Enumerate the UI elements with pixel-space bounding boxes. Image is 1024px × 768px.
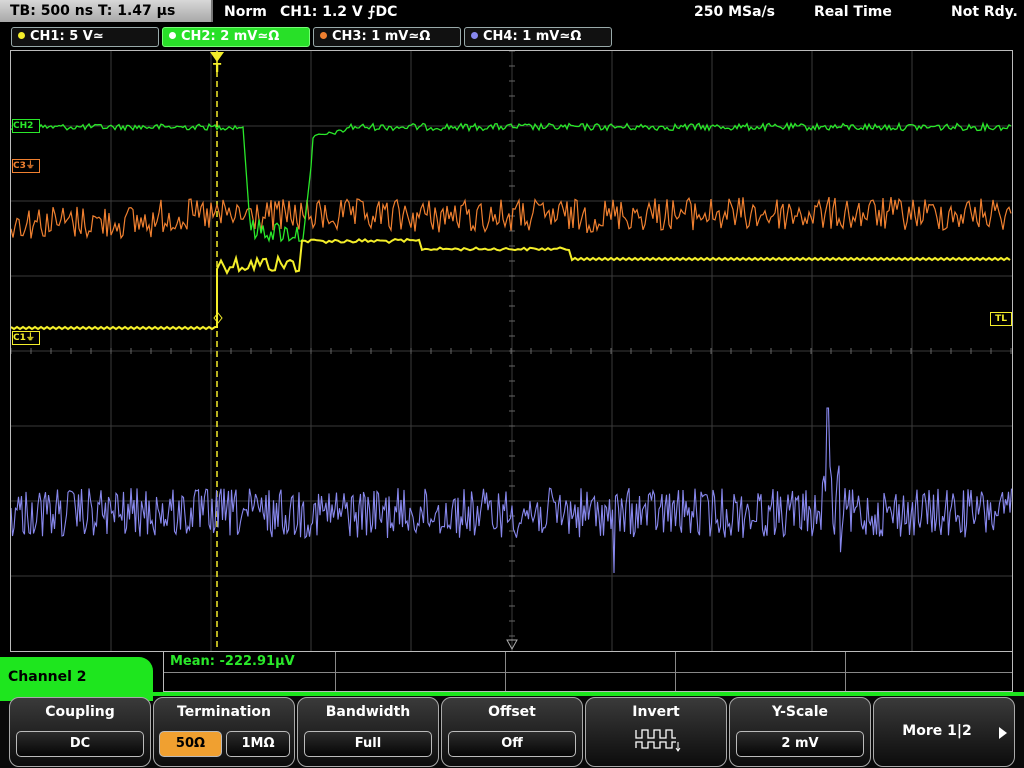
acquisition-state: Not Rdy. <box>951 4 1018 20</box>
termination-softkey[interactable]: Termination 50Ω 1MΩ <box>153 697 295 767</box>
tab-ch2-label: CH2: 2 mV≃Ω <box>181 29 280 44</box>
ch1-offset-marker[interactable]: C1⏚ <box>12 331 40 345</box>
tab-ch4[interactable]: CH4: 1 mV≃Ω <box>464 27 612 47</box>
square-wave-icon <box>635 729 681 752</box>
coupling-value[interactable]: DC <box>16 731 144 757</box>
waveform-canvas <box>11 51 1012 651</box>
termination-50ohm-option[interactable]: 50Ω <box>159 731 222 757</box>
ch1-color-dot <box>18 32 25 39</box>
menu-accent-bar <box>0 692 1024 696</box>
bandwidth-label: Bandwidth <box>325 704 411 720</box>
arrow-right-icon <box>999 727 1007 739</box>
ch2-offset-marker[interactable]: CH2 <box>12 119 40 133</box>
timebase-readout[interactable]: TB: 500 ns T: 1.47 µs <box>0 0 213 22</box>
more-softkey[interactable]: More 1|2 <box>873 697 1015 767</box>
termination-label: Termination <box>177 704 271 720</box>
tab-ch2[interactable]: CH2: 2 mV≃Ω <box>162 27 310 47</box>
trigger-mode[interactable]: Norm <box>224 0 267 24</box>
coupling-label: Coupling <box>45 704 115 720</box>
ch3-color-dot <box>320 32 327 39</box>
ch1-waveform <box>11 237 1011 331</box>
ch2-color-dot <box>169 32 176 39</box>
bandwidth-softkey[interactable]: Bandwidth Full <box>297 697 439 767</box>
trigger-source[interactable]: CH1: 1.2 V ⨍DC <box>280 0 397 24</box>
ch3-offset-marker[interactable]: C3⏚ <box>12 159 40 173</box>
more-label: More 1|2 <box>902 723 972 739</box>
y-scale-softkey[interactable]: Y-Scale 2 mV <box>729 697 871 767</box>
trigger-level-marker[interactable]: TL <box>990 312 1012 326</box>
mean-measurement: Mean: -222.91µV <box>170 654 295 669</box>
invert-softkey[interactable]: Invert <box>585 697 727 767</box>
acquisition-mode: Real Time <box>814 4 892 20</box>
waveform-display[interactable] <box>10 50 1013 652</box>
ch4-color-dot <box>471 32 478 39</box>
y-scale-label: Y-Scale <box>771 704 828 720</box>
tab-ch3[interactable]: CH3: 1 mV≃Ω <box>313 27 461 47</box>
termination-1mohm-option[interactable]: 1MΩ <box>226 731 290 757</box>
tab-ch4-label: CH4: 1 mV≃Ω <box>483 29 582 44</box>
tab-ch1[interactable]: CH1: 5 V≃ <box>11 27 159 47</box>
ch3-waveform <box>11 196 1012 240</box>
sample-rate: 250 MSa/s <box>694 4 776 20</box>
invert-label: Invert <box>632 704 680 720</box>
coupling-softkey[interactable]: Coupling DC <box>9 697 151 767</box>
bandwidth-value[interactable]: Full <box>304 731 432 757</box>
offset-label: Offset <box>488 704 536 720</box>
tab-ch3-label: CH3: 1 mV≃Ω <box>332 29 431 44</box>
y-scale-value[interactable]: 2 mV <box>736 731 864 757</box>
trigger-marker-label: T <box>213 61 222 75</box>
trigger-position-marker[interactable]: T <box>210 52 224 78</box>
tab-ch1-label: CH1: 5 V≃ <box>30 29 104 44</box>
measurement-panel: Mean: -222.91µV <box>163 652 1013 692</box>
offset-softkey[interactable]: Offset Off <box>441 697 583 767</box>
offset-value[interactable]: Off <box>448 731 576 757</box>
ch4-waveform <box>11 407 1012 574</box>
